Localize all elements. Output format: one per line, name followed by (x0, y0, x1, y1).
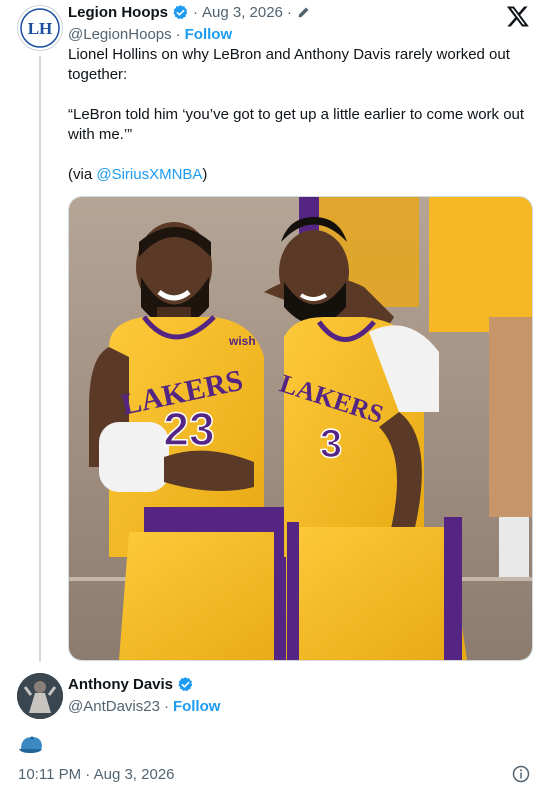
author-handle-row: @LegionHoops · Follow (68, 26, 233, 43)
author-handle[interactable]: @LegionHoops (68, 26, 172, 43)
author-name[interactable]: Legion Hoops (68, 4, 168, 21)
reply-author-handle[interactable]: @AntDavis23 (68, 698, 160, 715)
x-logo-icon[interactable] (506, 4, 530, 28)
info-icon[interactable] (512, 765, 530, 783)
thread-connector-line (39, 56, 41, 662)
verified-badge-icon (178, 677, 193, 692)
tweet-header: Legion Hoops · Aug 3, 2026 · (68, 4, 311, 21)
date-separator: · (193, 4, 198, 21)
left-jersey-number: 23 (163, 403, 214, 455)
reply-author-name[interactable]: Anthony Davis (68, 676, 173, 693)
reply-follow-button[interactable]: Follow (173, 698, 221, 715)
author-avatar[interactable]: LH (17, 5, 63, 51)
tweet-text-via: (via @SiriusXMNBA) (68, 166, 208, 183)
avatar-logo-text: LH (28, 19, 53, 38)
reply-author-handle-row: @AntDavis23 · Follow (68, 698, 221, 715)
jersey-patch: wish (228, 334, 256, 348)
follow-button[interactable]: Follow (185, 26, 233, 43)
tweet-date[interactable]: Aug 3, 2026 (202, 4, 283, 21)
reply-author-avatar[interactable] (17, 673, 63, 719)
reply-author-header: Anthony Davis (68, 676, 194, 693)
tweet-body: Lionel Hollins on why LeBron and Anthony… (68, 45, 528, 205)
cap-emoji-icon (19, 736, 42, 753)
tweet-text-intro: Lionel Hollins on why LeBron and Anthony… (68, 46, 510, 83)
verified-badge-icon (173, 5, 188, 20)
right-jersey-number: 3 (320, 422, 342, 466)
tweet-text-quote: “LeBron told him ‘you’ve got to get up a… (68, 106, 525, 143)
tweet-photo[interactable]: LAKERS 23 wish LAKERS 3 (68, 196, 533, 661)
via-mention-link[interactable]: @SiriusXMNBA (96, 166, 202, 183)
tweet-timestamp[interactable]: 10:11 PM · Aug 3, 2026 (18, 766, 175, 783)
lakers-players-photo: LAKERS 23 wish LAKERS 3 (69, 197, 532, 660)
edit-pencil-icon[interactable] (296, 5, 311, 20)
